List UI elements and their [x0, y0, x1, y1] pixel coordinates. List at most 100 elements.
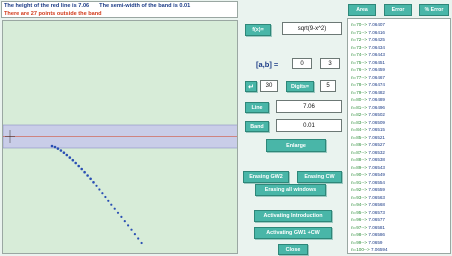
list-item-value: 7.06416	[368, 29, 385, 35]
list-item: n=98--> 7.06586	[351, 232, 385, 237]
digits-input[interactable]: 5	[320, 80, 336, 92]
list-item-value: 7.06459	[368, 67, 385, 72]
erasing-gw2-button[interactable]: Erasing GW2	[243, 171, 289, 183]
sequence-points	[50, 144, 143, 245]
band-input[interactable]: 0.01	[276, 119, 342, 132]
activating-introduction-button[interactable]: Activating Introduction	[254, 210, 332, 222]
list-item-index: n=97-->	[351, 224, 368, 230]
results-list[interactable]: n=70--> 7.06407 n=71--> 7.06416 n=72--> 7.…	[347, 18, 451, 254]
close-button[interactable]: Close	[278, 244, 308, 255]
function-input[interactable]: sqrt(9-x^2)	[282, 22, 342, 35]
list-item: n=91--> 7.06554	[351, 180, 385, 185]
list-item: n=86--> 7.06527	[351, 142, 385, 147]
list-item-index: n=93-->	[351, 194, 368, 200]
erasing-cw-button[interactable]: Erasing CW	[297, 171, 342, 183]
sequence-point	[71, 158, 75, 162]
list-item-index: n=88-->	[351, 157, 368, 162]
list-item-index: n=94-->	[351, 202, 368, 207]
sequence-point	[65, 153, 69, 157]
erasing-all-windows-button[interactable]: Erasing all windows	[255, 184, 326, 196]
sequence-point	[130, 228, 133, 231]
list-item-value: 7.06573	[368, 209, 385, 215]
list-item-value: 7.06586	[368, 232, 385, 237]
list-item-index: n=71-->	[351, 29, 368, 35]
list-item-index: n=98-->	[351, 232, 368, 237]
list-item-index: n=79-->	[351, 89, 368, 95]
list-item: n=95--> 7.06573	[351, 210, 385, 215]
list-item-value: 7.06467	[368, 74, 385, 80]
list-item-value: 7.06568	[368, 202, 385, 207]
list-item: n=92--> 7.06559	[351, 187, 385, 192]
activating-gw1-cw-button[interactable]: Activating GW1 +CW	[254, 227, 332, 239]
list-item-value: 7.06489	[368, 97, 385, 102]
list-item: n=73--> 7.06434	[351, 45, 385, 50]
sequence-point	[127, 224, 130, 227]
list-item-index: n=87-->	[351, 149, 368, 155]
list-item-index: n=99-->	[351, 239, 368, 245]
sequence-point	[137, 237, 140, 240]
sequence-point	[123, 220, 126, 223]
list-item: n=83--> 7.06509	[351, 120, 385, 125]
sequence-point	[80, 167, 83, 171]
sequence-point	[50, 144, 54, 148]
plot-canvas	[3, 124, 237, 245]
error-tab[interactable]: Error	[384, 4, 412, 16]
area-tab[interactable]: Area	[348, 4, 376, 16]
n-input[interactable]: 30	[260, 80, 278, 92]
list-item: n=93--> 7.06563	[351, 195, 385, 200]
sequence-point	[62, 151, 66, 154]
red-line-height-text: The height of the red line is 7.06	[4, 3, 90, 9]
list-item: n=94--> 7.06568	[351, 202, 385, 207]
list-item-index: n=80-->	[351, 97, 368, 102]
sequence-point	[120, 215, 123, 218]
list-item: n=81--> 7.06496	[351, 105, 385, 110]
enter-icon[interactable]: ↵	[245, 81, 257, 92]
info-box: The height of the red line is 7.06 The se…	[1, 1, 238, 18]
list-item-index: n=92-->	[351, 187, 368, 192]
list-item-index: n=70-->	[351, 22, 368, 27]
sequence-point	[92, 181, 95, 184]
sequence-point	[59, 149, 63, 152]
line-button[interactable]: Line	[245, 102, 269, 113]
list-item-index: n=96-->	[351, 217, 368, 222]
list-item: n=90--> 7.06549	[351, 172, 385, 177]
band-semi-width-text: The semi-width of the band is 0.01	[99, 3, 191, 9]
list-item-value: 7.06538	[368, 157, 385, 162]
sequence-point	[133, 233, 136, 236]
enlarge-button[interactable]: Enlarge	[266, 139, 326, 152]
b-input[interactable]: 3	[320, 58, 340, 69]
list-item-value: 7.06474	[368, 82, 385, 87]
sequence-point	[89, 177, 92, 181]
list-item-index: n=76-->	[351, 67, 368, 72]
band-button[interactable]: Band	[245, 121, 269, 132]
list-item-index: n=89-->	[351, 164, 368, 170]
list-item-index: n=90-->	[351, 172, 368, 177]
list-item-value: 7.06532	[368, 149, 385, 155]
list-item-index: n=84-->	[351, 127, 368, 132]
sequence-point	[74, 161, 77, 165]
list-item-value: 7.06594	[370, 247, 388, 252]
list-item: n=74--> 7.06443	[351, 52, 385, 57]
list-item: n=97--> 7.06581	[351, 225, 385, 230]
graphics-window[interactable]	[2, 20, 238, 254]
points-outside-text: There are 27 points outside the band	[4, 11, 102, 17]
list-item-value: 7.06563	[368, 194, 385, 200]
list-item-value: 7.06451	[368, 59, 385, 65]
percent-error-tab[interactable]: % Error	[419, 4, 449, 16]
list-item-value: 7.06543	[368, 164, 385, 170]
list-item-value: 7.06549	[368, 172, 385, 177]
list-item: n=72--> 7.06425	[351, 37, 385, 42]
list-item-index: n=95-->	[351, 209, 368, 215]
line-input[interactable]: 7.06	[276, 100, 342, 113]
info-line-1: The height of the red line is 7.06 The se…	[4, 3, 190, 9]
list-item-index: n=73-->	[351, 44, 368, 50]
list-item-value: 7.06515	[368, 127, 385, 132]
a-input[interactable]: 0	[292, 58, 312, 69]
list-item-value: 7.06496	[368, 104, 385, 110]
digits-button[interactable]: Digits=	[286, 81, 314, 92]
function-button[interactable]: f(x)=	[245, 24, 271, 36]
sequence-point	[101, 192, 104, 195]
sequence-point	[68, 156, 72, 159]
list-item-value: 7.06521	[368, 134, 385, 140]
list-item-value: 7.06407	[368, 22, 385, 27]
